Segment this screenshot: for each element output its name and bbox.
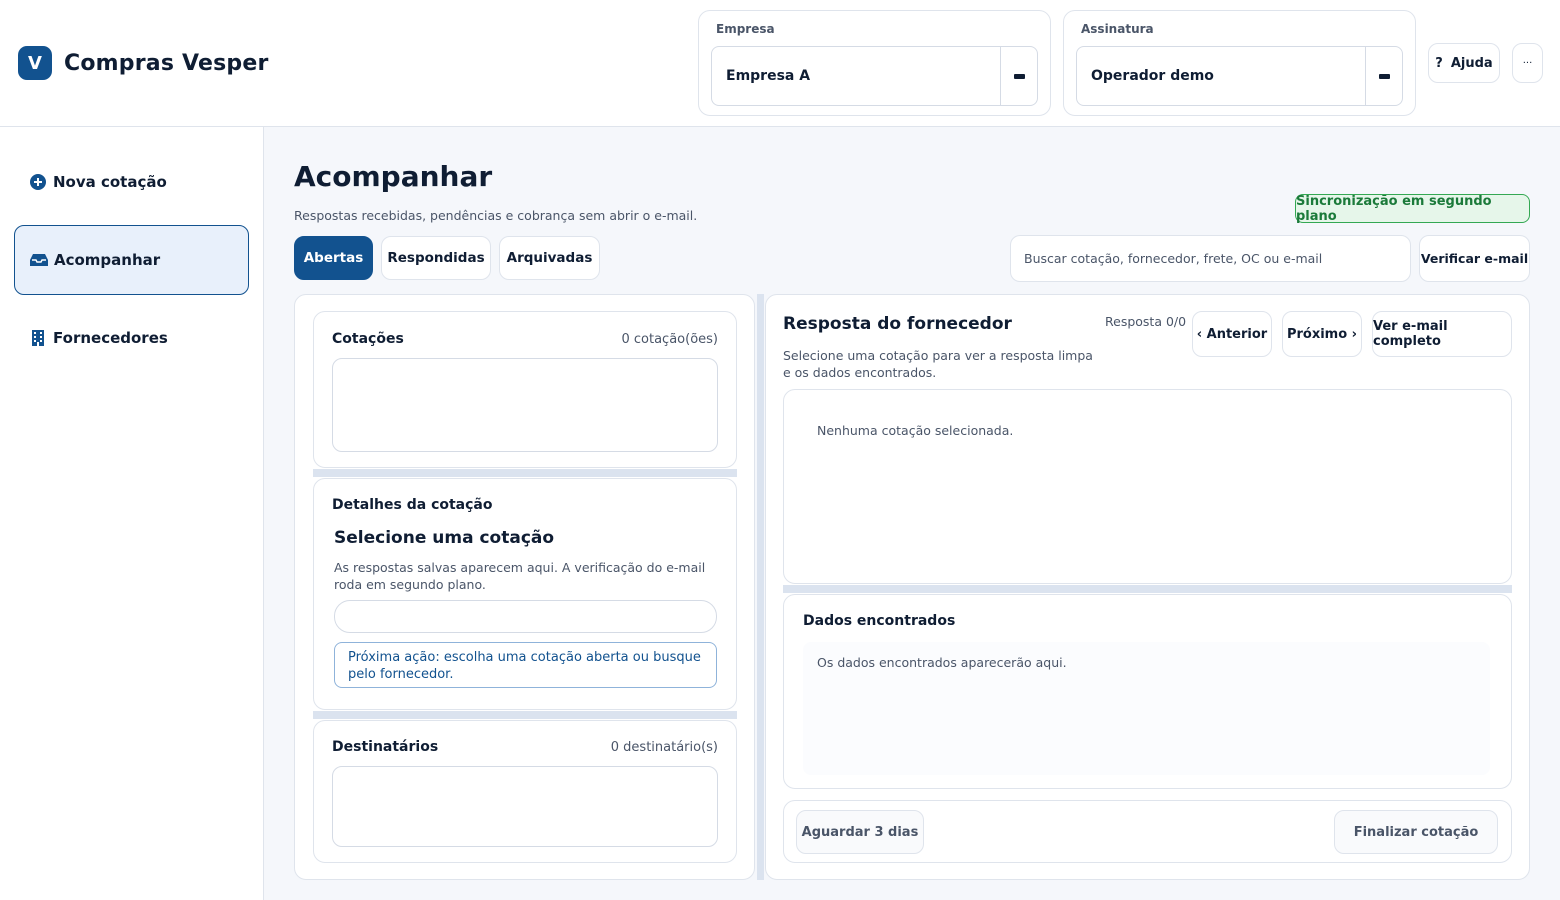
empty-selection-message: Nenhuma cotação selecionada. <box>817 423 1014 438</box>
supplier-response-title: Resposta do fornecedor <box>783 314 1012 334</box>
response-counter: Resposta 0/0 <box>1105 314 1187 329</box>
verify-email-button[interactable]: Verificar e-mail <box>1419 235 1530 282</box>
found-data-card: Dados encontrados Os dados encontrados a… <box>783 594 1512 789</box>
more-options-button[interactable]: ··· <box>1512 43 1543 83</box>
app-name: Compras Vesper <box>64 50 269 76</box>
next-button[interactable]: Próximo › <box>1282 311 1362 357</box>
actions-bar: Aguardar 3 dias Finalizar cotação <box>783 800 1512 863</box>
search-input[interactable] <box>1010 235 1411 282</box>
quotes-card: Cotações 0 cotação(ões) <box>313 311 737 468</box>
sidebar-item-label: Acompanhar <box>54 251 161 269</box>
help-button[interactable]: ? Ajuda <box>1428 43 1500 83</box>
assinatura-label: Assinatura <box>1081 22 1154 36</box>
details-heading: Selecione uma cotação <box>334 528 555 548</box>
quotes-count: 0 cotação(ões) <box>621 332 718 347</box>
building-icon <box>29 329 47 347</box>
chevron-down-icon <box>1378 73 1390 79</box>
sidebar: Nova cotação Acompanhar Fornecedores <box>0 127 264 900</box>
details-splitter[interactable] <box>313 711 737 719</box>
details-description: As respostas salvas aparecem aqui. A ver… <box>334 560 706 592</box>
details-title: Detalhes da cotação <box>332 497 493 513</box>
sidebar-item-fornecedores[interactable]: Fornecedores <box>14 303 249 373</box>
assinatura-dropdown-toggle[interactable] <box>1365 47 1402 105</box>
recipients-count: 0 destinatário(s) <box>610 740 718 755</box>
plus-circle-icon <box>29 173 47 191</box>
previous-button[interactable]: ‹ Anterior <box>1192 311 1272 357</box>
quotes-title: Cotações <box>332 331 404 347</box>
details-status-bar <box>334 600 717 633</box>
quotes-splitter[interactable] <box>313 469 737 477</box>
recipients-title: Destinatários <box>332 739 439 755</box>
inbox-icon <box>30 251 48 269</box>
top-bar: V Compras Vesper Empresa Empresa A Assin… <box>0 0 1560 127</box>
empresa-dropdown-toggle[interactable] <box>1000 47 1037 105</box>
question-icon: ? <box>1435 55 1443 71</box>
ellipsis-icon: ··· <box>1522 57 1533 69</box>
brand[interactable]: V Compras Vesper <box>18 46 269 80</box>
next-action-hint: Próxima ação: escolha uma cotação aberta… <box>334 642 717 688</box>
right-panel: Resposta do fornecedor Selecione uma cot… <box>765 294 1530 880</box>
page-subtitle: Respostas recebidas, pendências e cobran… <box>294 208 698 223</box>
logo-icon: V <box>18 46 52 80</box>
chevron-down-icon <box>1013 73 1025 79</box>
empresa-selector: Empresa Empresa A <box>698 10 1051 116</box>
tab-arquivadas[interactable]: Arquivadas <box>499 236 600 280</box>
empresa-label: Empresa <box>716 22 775 36</box>
assinatura-selector: Assinatura Operador demo <box>1063 10 1416 116</box>
empresa-value: Empresa A <box>726 68 811 84</box>
sidebar-item-nova-cotacao[interactable]: Nova cotação <box>14 147 249 217</box>
finish-quote-button[interactable]: Finalizar cotação <box>1334 810 1498 854</box>
supplier-response-subtitle: Selecione uma cotação para ver a respost… <box>783 348 1093 380</box>
response-viewer: Nenhuma cotação selecionada. <box>783 389 1512 584</box>
details-card: Detalhes da cotação Selecione uma cotaçã… <box>313 478 737 710</box>
found-data-box: Os dados encontrados aparecerão aqui. <box>803 642 1490 775</box>
tab-abertas[interactable]: Abertas <box>294 236 373 280</box>
recipients-list[interactable] <box>332 766 718 847</box>
recipients-card: Destinatários 0 destinatário(s) <box>313 720 737 863</box>
tab-respondidas[interactable]: Respondidas <box>381 236 491 280</box>
found-data-title: Dados encontrados <box>803 613 956 629</box>
page-title: Acompanhar <box>294 160 493 193</box>
sidebar-item-acompanhar[interactable]: Acompanhar <box>14 225 249 295</box>
quotes-list[interactable] <box>332 358 718 452</box>
response-splitter[interactable] <box>783 585 1512 593</box>
sidebar-item-label: Fornecedores <box>53 329 168 347</box>
sidebar-item-label: Nova cotação <box>53 173 167 191</box>
panel-splitter[interactable] <box>757 294 764 880</box>
left-panel: Cotações 0 cotação(ões) Detalhes da cota… <box>294 294 755 880</box>
help-label: Ajuda <box>1450 55 1493 71</box>
wait-3-days-button[interactable]: Aguardar 3 dias <box>796 810 924 854</box>
assinatura-select[interactable]: Operador demo <box>1076 46 1403 106</box>
empresa-select[interactable]: Empresa A <box>711 46 1038 106</box>
found-data-placeholder: Os dados encontrados aparecerão aqui. <box>817 655 1067 670</box>
assinatura-value: Operador demo <box>1091 68 1214 84</box>
view-full-email-button[interactable]: Ver e-mail completo <box>1372 311 1512 357</box>
sync-status-badge: Sincronização em segundo plano <box>1295 194 1530 224</box>
